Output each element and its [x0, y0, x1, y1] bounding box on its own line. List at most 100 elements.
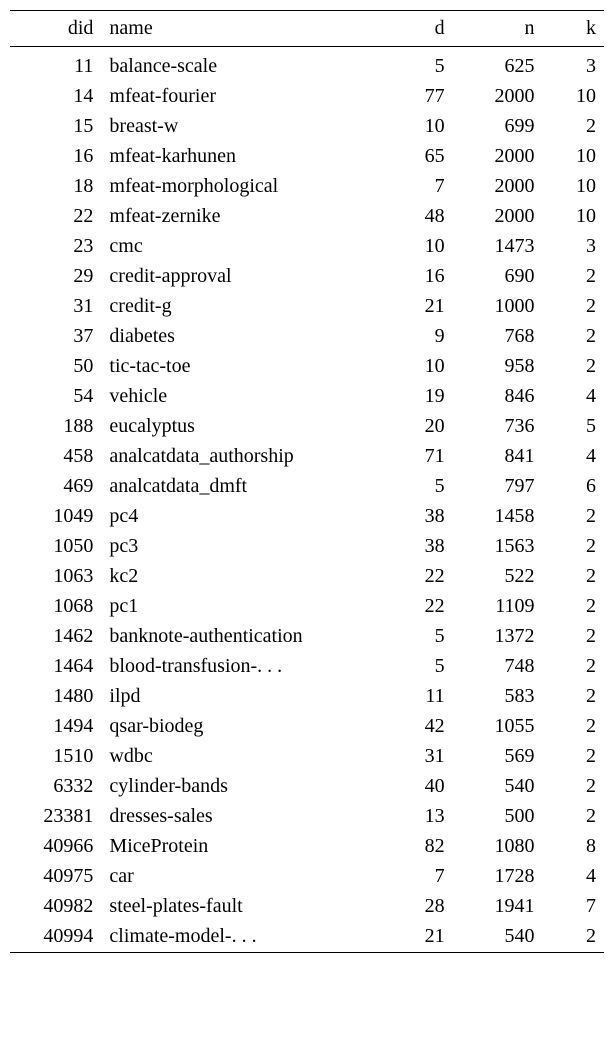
- cell-n: 736: [453, 412, 543, 442]
- cell-k: 2: [543, 712, 604, 742]
- cell-k: 10: [543, 142, 604, 172]
- cell-d: 5: [383, 47, 453, 82]
- header-name: name: [101, 11, 382, 47]
- cell-d: 16: [383, 262, 453, 292]
- table-row: 1494qsar-biodeg4210552: [10, 712, 604, 742]
- cell-name: pc1: [101, 592, 382, 622]
- cell-did: 50: [10, 352, 101, 382]
- cell-n: 2000: [453, 142, 543, 172]
- cell-name: breast-w: [101, 112, 382, 142]
- table-row: 1462banknote-authentication513722: [10, 622, 604, 652]
- cell-d: 48: [383, 202, 453, 232]
- cell-name: steel-plates-fault: [101, 892, 382, 922]
- table-row: 14mfeat-fourier77200010: [10, 82, 604, 112]
- cell-d: 21: [383, 292, 453, 322]
- cell-name: credit-g: [101, 292, 382, 322]
- cell-d: 65: [383, 142, 453, 172]
- cell-name: MiceProtein: [101, 832, 382, 862]
- cell-k: 10: [543, 172, 604, 202]
- cell-d: 13: [383, 802, 453, 832]
- cell-d: 10: [383, 352, 453, 382]
- cell-n: 841: [453, 442, 543, 472]
- cell-did: 37: [10, 322, 101, 352]
- cell-did: 40966: [10, 832, 101, 862]
- cell-n: 797: [453, 472, 543, 502]
- cell-d: 11: [383, 682, 453, 712]
- cell-n: 1563: [453, 532, 543, 562]
- cell-did: 1494: [10, 712, 101, 742]
- cell-d: 40: [383, 772, 453, 802]
- cell-d: 20: [383, 412, 453, 442]
- cell-k: 3: [543, 47, 604, 82]
- cell-k: 10: [543, 82, 604, 112]
- cell-d: 7: [383, 172, 453, 202]
- cell-k: 2: [543, 262, 604, 292]
- cell-name: banknote-authentication: [101, 622, 382, 652]
- cell-n: 1458: [453, 502, 543, 532]
- cell-name: mfeat-morphological: [101, 172, 382, 202]
- cell-n: 699: [453, 112, 543, 142]
- dataset-table: did name d n k 11balance-scale5625314mfe…: [10, 10, 604, 953]
- cell-d: 22: [383, 592, 453, 622]
- cell-k: 2: [543, 742, 604, 772]
- table-row: 469analcatdata_dmft57976: [10, 472, 604, 502]
- cell-n: 583: [453, 682, 543, 712]
- cell-name: cylinder-bands: [101, 772, 382, 802]
- cell-k: 2: [543, 292, 604, 322]
- cell-name: pc3: [101, 532, 382, 562]
- cell-n: 1372: [453, 622, 543, 652]
- cell-name: car: [101, 862, 382, 892]
- table-row: 22mfeat-zernike48200010: [10, 202, 604, 232]
- cell-name: analcatdata_authorship: [101, 442, 382, 472]
- cell-n: 1473: [453, 232, 543, 262]
- table-row: 50tic-tac-toe109582: [10, 352, 604, 382]
- table-row: 37diabetes97682: [10, 322, 604, 352]
- cell-did: 6332: [10, 772, 101, 802]
- cell-name: eucalyptus: [101, 412, 382, 442]
- table-row: 1049pc43814582: [10, 502, 604, 532]
- cell-k: 4: [543, 442, 604, 472]
- table-row: 1050pc33815632: [10, 532, 604, 562]
- table-row: 188eucalyptus207365: [10, 412, 604, 442]
- cell-name: pc4: [101, 502, 382, 532]
- cell-name: blood-transfusion-. . .: [101, 652, 382, 682]
- cell-name: mfeat-zernike: [101, 202, 382, 232]
- table-row: 29credit-approval166902: [10, 262, 604, 292]
- header-row: did name d n k: [10, 11, 604, 47]
- cell-name: balance-scale: [101, 47, 382, 82]
- cell-n: 958: [453, 352, 543, 382]
- cell-k: 2: [543, 352, 604, 382]
- cell-did: 1464: [10, 652, 101, 682]
- cell-did: 1510: [10, 742, 101, 772]
- cell-name: ilpd: [101, 682, 382, 712]
- cell-d: 9: [383, 322, 453, 352]
- cell-d: 5: [383, 622, 453, 652]
- cell-d: 5: [383, 652, 453, 682]
- cell-did: 14: [10, 82, 101, 112]
- cell-d: 28: [383, 892, 453, 922]
- cell-did: 29: [10, 262, 101, 292]
- cell-name: mfeat-karhunen: [101, 142, 382, 172]
- cell-did: 469: [10, 472, 101, 502]
- cell-k: 2: [543, 922, 604, 953]
- cell-d: 71: [383, 442, 453, 472]
- cell-d: 77: [383, 82, 453, 112]
- cell-did: 1050: [10, 532, 101, 562]
- cell-n: 2000: [453, 172, 543, 202]
- table-row: 1068pc12211092: [10, 592, 604, 622]
- cell-did: 54: [10, 382, 101, 412]
- cell-name: kc2: [101, 562, 382, 592]
- cell-k: 5: [543, 412, 604, 442]
- cell-did: 1068: [10, 592, 101, 622]
- cell-d: 38: [383, 532, 453, 562]
- table-row: 1063kc2225222: [10, 562, 604, 592]
- header-did: did: [10, 11, 101, 47]
- table-row: 23cmc1014733: [10, 232, 604, 262]
- table-row: 23381dresses-sales135002: [10, 802, 604, 832]
- cell-k: 2: [543, 802, 604, 832]
- cell-k: 4: [543, 862, 604, 892]
- cell-k: 2: [543, 562, 604, 592]
- cell-name: diabetes: [101, 322, 382, 352]
- cell-did: 40994: [10, 922, 101, 953]
- cell-k: 2: [543, 652, 604, 682]
